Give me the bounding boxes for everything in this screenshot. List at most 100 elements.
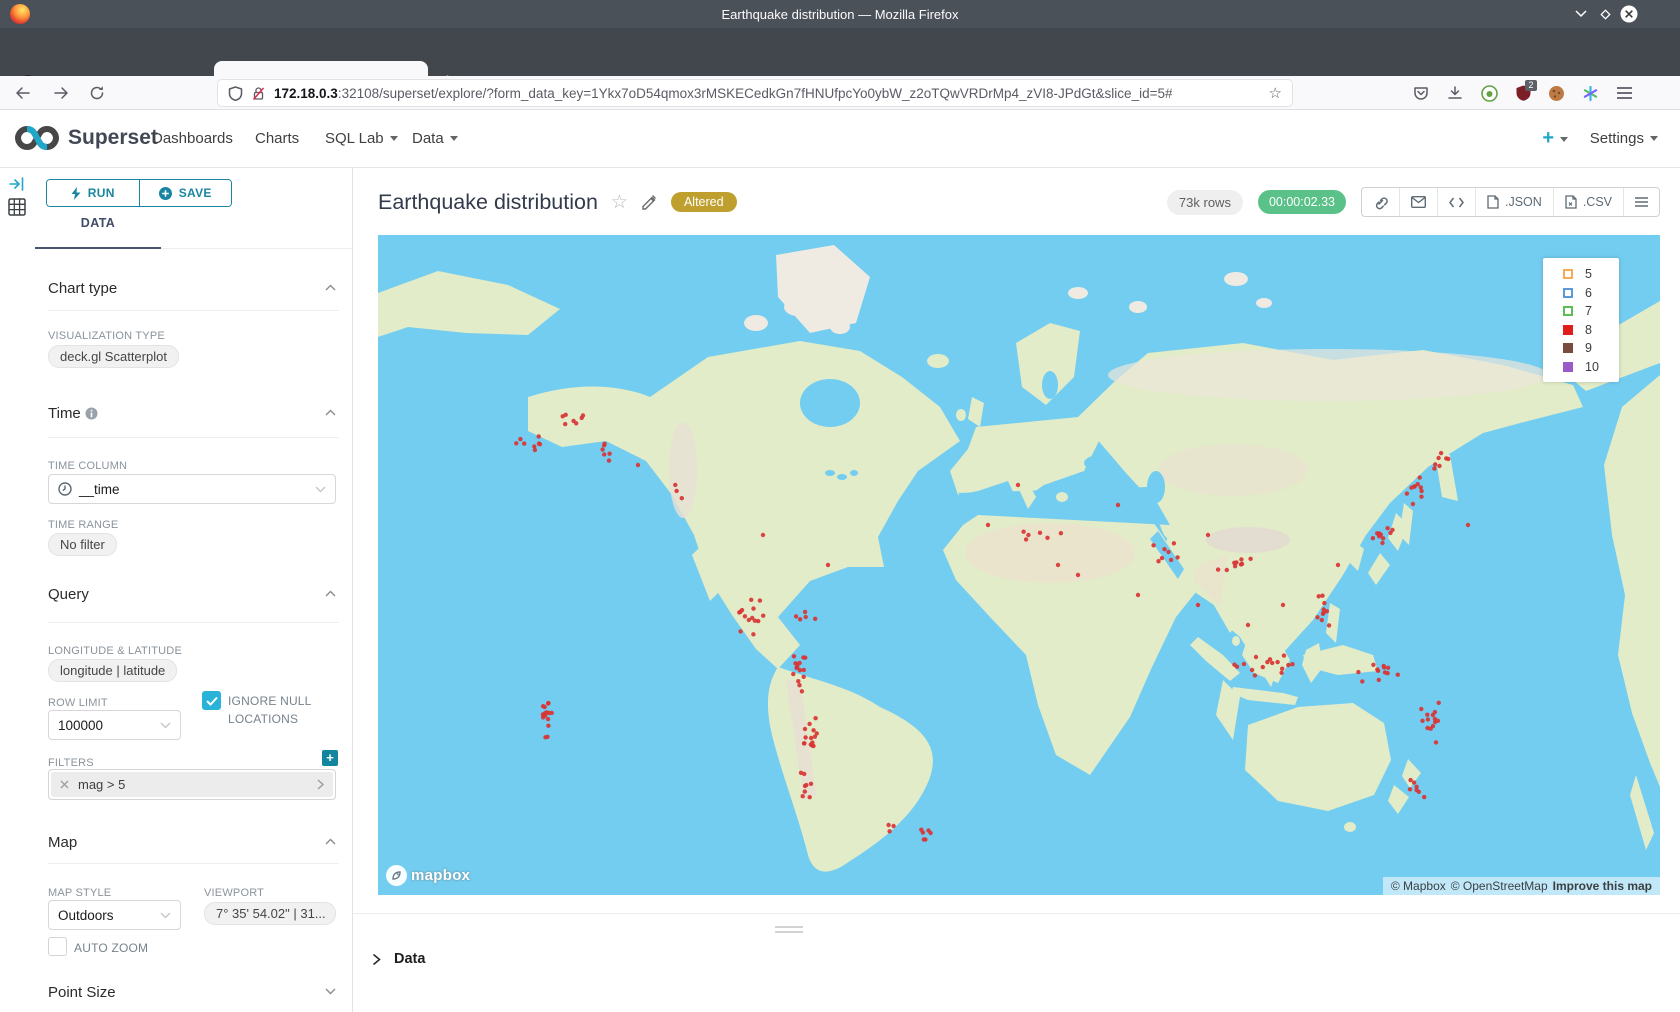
chevron-right-icon[interactable] (307, 779, 333, 790)
datasource-grid-icon[interactable] (8, 198, 26, 216)
url-bar[interactable]: 172.18.0.3:32108/superset/explore/?form_… (218, 80, 1292, 106)
attribution-osm[interactable]: © OpenStreetMap (1451, 879, 1548, 893)
divider (353, 913, 1680, 914)
export-json-button[interactable]: .JSON (1475, 188, 1553, 216)
tab-data[interactable]: DATA (35, 216, 161, 230)
chevron-up-icon[interactable] (325, 590, 336, 597)
legend-label: 8 (1585, 323, 1592, 337)
nav-new-button[interactable]: + (1542, 127, 1568, 150)
data-panel-header[interactable]: Data (372, 951, 425, 967)
download-icon[interactable] (1446, 84, 1464, 102)
ublock-badge: 2 (1525, 80, 1536, 91)
map-style-label: MAP STYLE (48, 887, 111, 899)
chevron-down-icon (1650, 136, 1658, 141)
map-style-select[interactable]: Outdoors (48, 900, 181, 930)
favorite-star-icon[interactable]: ☆ (611, 191, 628, 214)
map-legend[interactable]: 5 6 7 8 9 10 (1543, 258, 1619, 382)
row-limit-select[interactable]: 100000 (48, 710, 181, 740)
ublock-icon[interactable]: 2 (1514, 84, 1532, 102)
viz-type-label: VISUALIZATION TYPE (48, 330, 165, 342)
divider (48, 437, 339, 438)
section-chart-type[interactable]: Chart type (48, 280, 117, 297)
window-close-button[interactable] (1620, 5, 1638, 23)
filter-item[interactable]: mag > 5 (51, 772, 333, 797)
nav-settings[interactable]: Settings (1590, 130, 1658, 147)
chevron-up-icon[interactable] (325, 284, 336, 291)
time-range-value[interactable]: No filter (48, 533, 117, 556)
reload-icon[interactable] (88, 84, 106, 102)
chart-actions-group: .JSON .CSV (1361, 187, 1660, 217)
attribution-improve-link[interactable]: Improve this map (1553, 879, 1652, 893)
nav-dashboards[interactable]: Dashboards (152, 130, 233, 147)
container-pinwheel-icon[interactable] (1581, 84, 1599, 102)
legend-swatch (1563, 269, 1573, 279)
hamburger-menu-icon[interactable] (1615, 84, 1633, 102)
privacy-badger-icon[interactable] (1480, 84, 1498, 102)
window-maximize-button[interactable] (1596, 5, 1614, 23)
legend-swatch (1563, 362, 1573, 372)
chart-menu-button[interactable] (1623, 188, 1659, 216)
data-panel-title: Data (394, 951, 425, 967)
row-limit-label: ROW LIMIT (48, 697, 108, 709)
expand-datasource-panel-icon[interactable] (9, 176, 26, 192)
viz-type-value[interactable]: deck.gl Scatterplot (48, 345, 179, 368)
viewport-value[interactable]: 7° 35' 54.02" | 31... (204, 902, 336, 925)
legend-item[interactable]: 8 (1563, 323, 1619, 338)
section-point-size[interactable]: Point Size (48, 984, 116, 1001)
add-filter-button[interactable]: + (322, 750, 338, 766)
insecure-lock-icon[interactable] (251, 86, 266, 101)
panel-drag-handle[interactable] (775, 926, 803, 936)
deckgl-scatterplot-map[interactable]: 5678910 mapbox © Mapbox © OpenStreetMap … (378, 235, 1660, 895)
superset-logo[interactable]: Superset (14, 125, 158, 151)
remove-filter-icon[interactable] (51, 780, 78, 789)
check-icon (206, 696, 218, 706)
window-minimize-button[interactable] (1572, 5, 1590, 23)
legend-item[interactable]: 9 (1563, 341, 1619, 356)
window-titlebar: Earthquake distribution — Mozilla Firefo… (0, 0, 1680, 28)
chevron-up-icon[interactable] (325, 409, 336, 416)
nav-charts[interactable]: Charts (255, 130, 299, 147)
time-column-select[interactable]: __time (48, 474, 336, 504)
run-button[interactable]: RUN (47, 180, 140, 206)
altered-badge[interactable]: Altered (671, 192, 737, 212)
auto-zoom-checkbox[interactable] (48, 937, 67, 956)
section-map[interactable]: Map (48, 834, 77, 851)
copy-link-button[interactable] (1362, 188, 1399, 216)
save-button[interactable]: SAVE (140, 180, 232, 206)
attribution-mapbox[interactable]: © Mapbox (1391, 879, 1446, 893)
url-path: :32108/superset/explore/?form_data_key=1… (338, 86, 1173, 101)
mapbox-logo[interactable]: mapbox (386, 865, 470, 886)
edit-title-icon[interactable] (641, 194, 658, 211)
legend-swatch (1563, 288, 1573, 298)
legend-label: 5 (1585, 267, 1592, 281)
email-button[interactable] (1399, 188, 1437, 216)
legend-item[interactable]: 6 (1563, 286, 1619, 301)
embed-code-button[interactable] (1437, 188, 1475, 216)
tracking-shield-icon[interactable] (228, 86, 243, 101)
nav-sql-lab[interactable]: SQL Lab (325, 130, 398, 147)
envelope-icon (1411, 196, 1426, 208)
chart-container: Earthquake distribution ☆ Altered 73k ro… (353, 168, 1680, 1012)
legend-item[interactable]: 5 (1563, 267, 1619, 282)
circle-plus-icon (159, 187, 172, 200)
chevron-down-icon[interactable] (325, 988, 336, 995)
section-time[interactable]: Time (48, 405, 98, 422)
cookie-icon[interactable] (1547, 84, 1565, 102)
divider (48, 863, 339, 864)
ignore-null-checkbox[interactable] (202, 691, 221, 710)
export-csv-button[interactable]: .CSV (1553, 188, 1623, 216)
legend-item[interactable]: 10 (1563, 360, 1619, 375)
chevron-up-icon[interactable] (325, 838, 336, 845)
back-icon[interactable] (14, 84, 32, 102)
section-query[interactable]: Query (48, 586, 89, 603)
lonlat-value[interactable]: longitude | latitude (48, 659, 177, 682)
lonlat-label: LONGITUDE & LATITUDE (48, 645, 182, 657)
pocket-icon[interactable] (1412, 84, 1430, 102)
brand-name: Superset (68, 126, 158, 150)
legend-item[interactable]: 7 (1563, 304, 1619, 319)
menu-icon (1635, 197, 1648, 207)
forward-icon[interactable] (52, 84, 70, 102)
nav-data[interactable]: Data (412, 130, 458, 147)
bookmark-star-icon[interactable]: ☆ (1269, 84, 1282, 102)
run-save-group: RUN SAVE (46, 179, 232, 207)
